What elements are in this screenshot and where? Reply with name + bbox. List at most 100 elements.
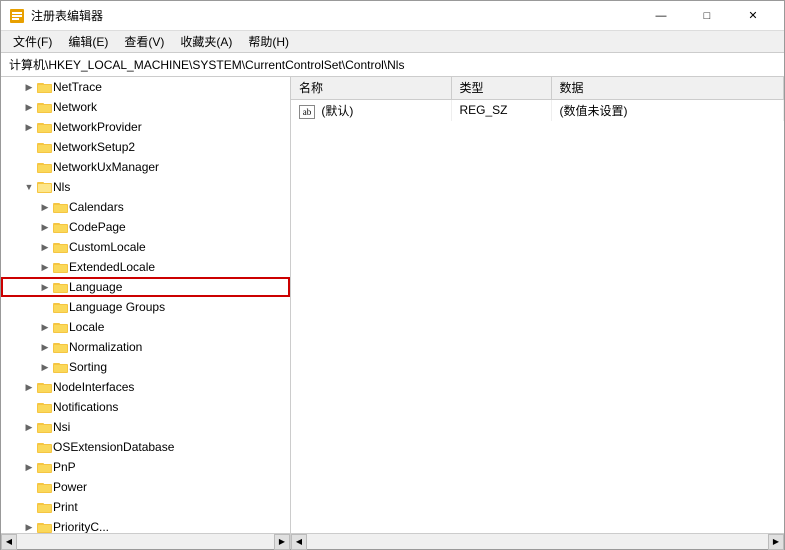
expand-prioritycontrol[interactable]: ▶	[21, 517, 37, 533]
menu-bar: 文件(F) 编辑(E) 查看(V) 收藏夹(A) 帮助(H)	[1, 31, 784, 53]
menu-edit[interactable]: 编辑(E)	[60, 31, 116, 52]
folder-icon-networkuxmanager	[37, 160, 53, 174]
expand-power[interactable]: ▶	[21, 477, 37, 497]
tree-item-notifications[interactable]: ▶ Notifications	[1, 397, 290, 417]
tree-item-networkprovider[interactable]: ▶ NetworkProvider	[1, 117, 290, 137]
expand-codepage[interactable]: ▶	[37, 217, 53, 237]
tree-label-networkprovider: NetworkProvider	[53, 120, 142, 134]
expand-normalization[interactable]: ▶	[37, 337, 53, 357]
expand-network[interactable]: ▶	[21, 97, 37, 117]
tree-item-osextensiondatabase[interactable]: ▶ OSExtensionDatabase	[1, 437, 290, 457]
col-header-type: 类型	[451, 77, 551, 99]
folder-icon-normalization	[53, 340, 69, 354]
tree-item-pnp[interactable]: ▶ PnP	[1, 457, 290, 477]
scroll-track-left[interactable]	[17, 534, 274, 549]
maximize-button[interactable]: □	[684, 1, 730, 31]
folder-icon-osextensiondatabase	[37, 440, 53, 454]
expand-networkuxmanager[interactable]: ▶	[21, 157, 37, 177]
tree-item-prioritycontrol[interactable]: ▶ PriorityC...	[1, 517, 290, 533]
expand-nsi[interactable]: ▶	[21, 417, 37, 437]
default-value-icon: ab	[299, 105, 315, 119]
folder-icon-network	[37, 100, 53, 114]
expand-osextensiondatabase[interactable]: ▶	[21, 437, 37, 457]
tree-item-print[interactable]: ▶ Print	[1, 497, 290, 517]
tree-label-codepage: CodePage	[69, 220, 126, 234]
tree-item-language[interactable]: ▶ Language	[1, 277, 290, 297]
folder-icon-extendedlocale	[53, 260, 69, 274]
tree-label-pnp: PnP	[53, 460, 76, 474]
window-title: 注册表编辑器	[31, 7, 103, 24]
tree-item-sorting[interactable]: ▶ Sorting	[1, 357, 290, 377]
tree-item-normalization[interactable]: ▶ Normalization	[1, 337, 290, 357]
expand-notifications[interactable]: ▶	[21, 397, 37, 417]
tree-item-calendars[interactable]: ▶ Calendars	[1, 197, 290, 217]
scroll-right-arrow-right[interactable]: ▶	[768, 534, 784, 550]
folder-icon-networksetup2	[37, 140, 53, 154]
tree-label-prioritycontrol: PriorityC...	[53, 520, 109, 533]
title-bar-left: 注册表编辑器	[9, 7, 103, 24]
expand-nodeinterfaces[interactable]: ▶	[21, 377, 37, 397]
right-h-scrollbar[interactable]: ◀ ▶	[291, 534, 784, 549]
tree-item-nsi[interactable]: ▶ Nsi	[1, 417, 290, 437]
tree-label-power: Power	[53, 480, 87, 494]
bottom-scrollbar-area: ◀ ▶ ◀ ▶	[1, 533, 784, 549]
tree-label-sorting: Sorting	[69, 360, 107, 374]
menu-file[interactable]: 文件(F)	[5, 31, 60, 52]
scroll-right-arrow[interactable]: ▶	[274, 534, 290, 550]
folder-icon-power	[37, 480, 53, 494]
tree-label-networksetup2: NetworkSetup2	[53, 140, 135, 154]
expand-networksetup2[interactable]: ▶	[21, 137, 37, 157]
expand-print[interactable]: ▶	[21, 497, 37, 517]
tree-h-scrollbar[interactable]: ◀ ▶	[1, 534, 291, 549]
expand-nettrace[interactable]: ▶	[21, 77, 37, 97]
tree-label-languagegroups: Language Groups	[69, 300, 165, 314]
folder-icon-customlocale	[53, 240, 69, 254]
folder-icon-notifications	[37, 400, 53, 414]
registry-editor-window: 注册表编辑器 — □ ✕ 文件(F) 编辑(E) 查看(V) 收藏夹(A) 帮助…	[0, 0, 785, 550]
cell-type: REG_SZ	[451, 99, 551, 121]
tree-label-calendars: Calendars	[69, 200, 124, 214]
registry-content[interactable]: 名称 类型 数据 ab (默认) REG_SZ (数值未设置)	[291, 77, 784, 533]
tree-item-networksetup2[interactable]: ▶ NetworkSetup2	[1, 137, 290, 157]
tree-item-extendedlocale[interactable]: ▶ ExtendedLocale	[1, 257, 290, 277]
folder-icon-nettrace	[37, 80, 53, 94]
tree-item-nls[interactable]: ▼ Nls	[1, 177, 290, 197]
tree-item-power[interactable]: ▶ Power	[1, 477, 290, 497]
tree-label-nsi: Nsi	[53, 420, 70, 434]
expand-language[interactable]: ▶	[37, 277, 53, 297]
close-button[interactable]: ✕	[730, 1, 776, 31]
expand-pnp[interactable]: ▶	[21, 457, 37, 477]
expand-sorting[interactable]: ▶	[37, 357, 53, 377]
expand-languagegroups[interactable]: ▶	[37, 297, 53, 317]
folder-icon-languagegroups	[53, 300, 69, 314]
tree-panel[interactable]: ▶ NetTrace ▶ Network	[1, 77, 291, 533]
tree-label-normalization: Normalization	[69, 340, 142, 354]
tree-item-customlocale[interactable]: ▶ CustomLocale	[1, 237, 290, 257]
folder-icon-locale	[53, 320, 69, 334]
expand-locale[interactable]: ▶	[37, 317, 53, 337]
expand-customlocale[interactable]: ▶	[37, 237, 53, 257]
menu-view[interactable]: 查看(V)	[116, 31, 172, 52]
scroll-left-arrow-right[interactable]: ◀	[291, 534, 307, 550]
expand-extendedlocale[interactable]: ▶	[37, 257, 53, 277]
menu-favorites[interactable]: 收藏夹(A)	[172, 31, 240, 52]
scroll-left-arrow[interactable]: ◀	[1, 534, 17, 550]
tree-item-network[interactable]: ▶ Network	[1, 97, 290, 117]
folder-icon-networkprovider	[37, 120, 53, 134]
minimize-button[interactable]: —	[638, 1, 684, 31]
right-panel: 名称 类型 数据 ab (默认) REG_SZ (数值未设置)	[291, 77, 784, 533]
expand-calendars[interactable]: ▶	[37, 197, 53, 217]
tree-item-nettrace[interactable]: ▶ NetTrace	[1, 77, 290, 97]
expand-networkprovider[interactable]: ▶	[21, 117, 37, 137]
tree-item-networkuxmanager[interactable]: ▶ NetworkUxManager	[1, 157, 290, 177]
tree-item-languagegroups[interactable]: ▶ Language Groups	[1, 297, 290, 317]
table-row[interactable]: ab (默认) REG_SZ (数值未设置)	[291, 99, 784, 121]
menu-help[interactable]: 帮助(H)	[240, 31, 297, 52]
tree-label-network: Network	[53, 100, 97, 114]
tree-item-locale[interactable]: ▶ Locale	[1, 317, 290, 337]
address-bar: 计算机\HKEY_LOCAL_MACHINE\SYSTEM\CurrentCon…	[1, 53, 784, 77]
tree-item-nodeinterfaces[interactable]: ▶ NodeInterfaces	[1, 377, 290, 397]
tree-item-codepage[interactable]: ▶ CodePage	[1, 217, 290, 237]
expand-nls[interactable]: ▼	[21, 177, 37, 197]
scroll-track-right[interactable]	[307, 534, 768, 549]
